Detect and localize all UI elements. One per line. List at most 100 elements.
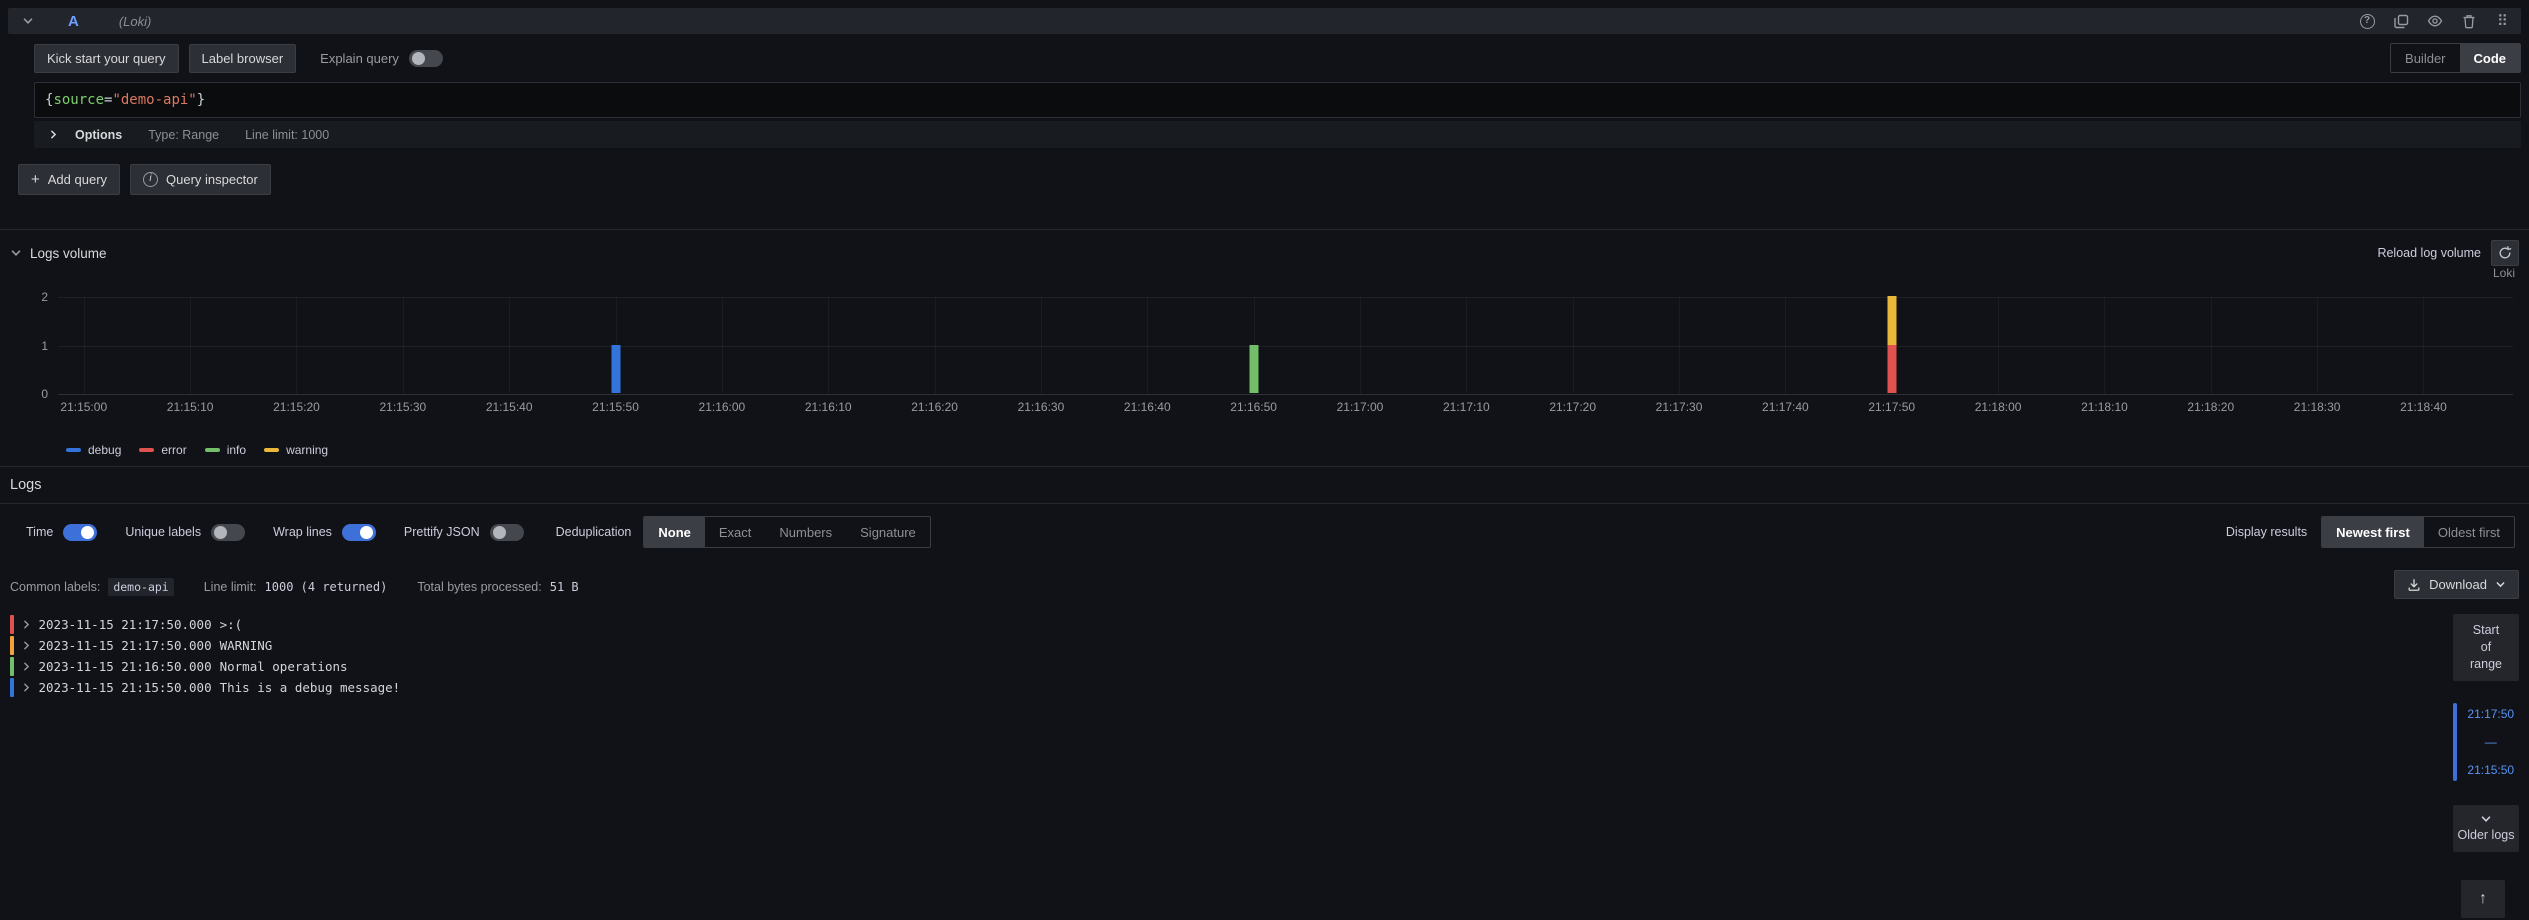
log-row-info[interactable]: 2023-11-15 21:16:50.000 Normal operations: [10, 656, 2439, 677]
y-tick-0: 0: [41, 387, 48, 401]
arrow-up-icon: ↑: [2479, 890, 2487, 907]
x-tick-21-15-20: 21:15:20: [273, 400, 320, 414]
scroll-to-top-button[interactable]: ↑: [2461, 880, 2505, 918]
gridline-x: [1041, 297, 1042, 394]
bar-21-17-50: [1887, 296, 1896, 393]
dedup-none[interactable]: None: [644, 517, 705, 547]
log-navigation-rail: Startofrange 21:17:50 — 21:15:50 Older l…: [2453, 614, 2519, 920]
log-message: >:(: [220, 617, 243, 632]
x-tick-21-16-20: 21:16:20: [911, 400, 958, 414]
query-editor-card: A (Loki) ? ⠿ Kick start your query Label…: [8, 8, 2521, 195]
chart-legend: debug error info warning: [66, 440, 2519, 460]
explain-query-label: Explain query: [320, 51, 399, 66]
gridline-y-0: [58, 394, 2513, 395]
help-icon[interactable]: ?: [2359, 13, 2375, 29]
log-timestamp: 2023-11-15 21:17:50.000: [39, 617, 212, 632]
unique-labels-toggle[interactable]: [211, 524, 245, 541]
gridline-x: [2211, 297, 2212, 394]
eye-icon[interactable]: [2427, 13, 2443, 29]
gridline-x: [828, 297, 829, 394]
gridline-x: [2423, 297, 2424, 394]
x-tick-21-18-20: 21:18:20: [2187, 400, 2234, 414]
dedup-signature[interactable]: Signature: [846, 517, 930, 547]
expand-chevron-icon: [21, 682, 32, 693]
x-tick-21-17-40: 21:17:40: [1762, 400, 1809, 414]
x-tick-21-18-30: 21:18:30: [2294, 400, 2341, 414]
log-level-bar-debug: [10, 678, 14, 697]
logs-body: 2023-11-15 21:17:50.000>:(2023-11-15 21:…: [0, 614, 2529, 920]
kick-start-query-button[interactable]: Kick start your query: [34, 44, 179, 73]
query-options-row[interactable]: Options Type: Range Line limit: 1000: [34, 121, 2521, 148]
legend-item-error[interactable]: error: [139, 443, 186, 457]
gridline-x: [2317, 297, 2318, 394]
display-order-group: Newest firstOldest first: [2321, 516, 2515, 548]
legend-item-debug[interactable]: debug: [66, 443, 121, 457]
logs-volume-panel: Logs volume Reload log volume Loki 012 2…: [0, 230, 2529, 460]
log-row-warning[interactable]: 2023-11-15 21:17:50.000 WARNING: [10, 635, 2439, 656]
reload-log-volume-button[interactable]: [2491, 240, 2519, 266]
legend-item-warning[interactable]: warning: [264, 443, 328, 457]
x-tick-21-18-00: 21:18:00: [1975, 400, 2022, 414]
label-browser-button[interactable]: Label browser: [189, 44, 297, 73]
common-labels-badge: demo-api: [108, 578, 173, 596]
deduplication-label: Deduplication: [556, 525, 632, 539]
wrap-lines-toggle[interactable]: [342, 524, 376, 541]
explain-query-toggle[interactable]: [409, 50, 443, 67]
query-input[interactable]: {source="demo-api"}: [34, 82, 2521, 118]
add-query-button[interactable]: + Add query: [18, 164, 120, 195]
dedup-numbers[interactable]: Numbers: [765, 517, 846, 547]
log-timestamp: 2023-11-15 21:15:50.000: [39, 680, 212, 695]
logs-panel: Logs TimeUnique labelsWrap linesPrettify…: [0, 467, 2529, 920]
log-message: Normal operations: [220, 659, 348, 674]
toggle-item-unique-labels: Unique labels: [125, 524, 245, 541]
gridline-x: [1360, 297, 1361, 394]
query-actions: + Add query i Query inspector: [18, 164, 2521, 195]
x-tick-21-18-40: 21:18:40: [2400, 400, 2447, 414]
prettify-json-label: Prettify JSON: [404, 525, 480, 539]
gridline-y-2: [58, 297, 2513, 298]
line-limit-label: Line limit:: [204, 580, 257, 594]
log-level-bar-error: [10, 615, 14, 634]
legend-item-info[interactable]: info: [205, 443, 246, 457]
log-timestamp: 2023-11-15 21:17:50.000: [39, 638, 212, 653]
prettify-json-toggle[interactable]: [490, 524, 524, 541]
logs-volume-header[interactable]: Logs volume Reload log volume: [10, 240, 2519, 266]
query-token-key: source: [53, 92, 104, 108]
x-tick-21-15-00: 21:15:00: [60, 400, 107, 414]
copy-icon[interactable]: [2393, 13, 2409, 29]
log-row-debug[interactable]: 2023-11-15 21:15:50.000This is a debug m…: [10, 677, 2439, 698]
log-message: WARNING: [220, 638, 273, 653]
datasource-name: (Loki): [119, 14, 152, 29]
gridline-x: [1147, 297, 1148, 394]
log-timestamp: 2023-11-15 21:16:50.000: [39, 659, 212, 674]
y-tick-1: 1: [41, 339, 48, 353]
gridline-x: [84, 297, 85, 394]
mode-builder[interactable]: Builder: [2391, 44, 2459, 72]
bar-segment-info: [1249, 345, 1258, 394]
older-logs-button[interactable]: Older logs: [2453, 805, 2519, 852]
gridline-x: [1785, 297, 1786, 394]
bar-segment-error: [1887, 345, 1896, 394]
download-button[interactable]: Download: [2394, 570, 2519, 599]
log-row-error[interactable]: 2023-11-15 21:17:50.000 >:(: [10, 614, 2439, 635]
line-limit-value: 1000 (4 returned): [265, 580, 388, 594]
deduplication-group: NoneExactNumbersSignature: [643, 516, 930, 548]
order-oldest-first[interactable]: Oldest first: [2424, 517, 2514, 547]
query-row-header[interactable]: A (Loki) ? ⠿: [8, 8, 2521, 34]
legend-swatch-debug: [66, 448, 81, 452]
dedup-exact[interactable]: Exact: [705, 517, 766, 547]
query-inspector-button[interactable]: i Query inspector: [130, 164, 271, 195]
reload-log-volume-label[interactable]: Reload log volume: [2377, 246, 2481, 260]
common-labels-label: Common labels:: [10, 580, 100, 594]
time-toggle[interactable]: [63, 524, 97, 541]
order-newest-first[interactable]: Newest first: [2322, 517, 2424, 547]
mode-code[interactable]: Code: [2460, 44, 2521, 72]
download-icon: [2407, 578, 2421, 592]
drag-handle-icon[interactable]: ⠿: [2495, 13, 2511, 29]
x-tick-21-15-30: 21:15:30: [379, 400, 426, 414]
query-token-brace-open: {: [45, 92, 53, 108]
logs-controls-bar: TimeUnique labelsWrap linesPrettify JSON…: [0, 503, 2529, 560]
chevron-down-icon: [2495, 579, 2506, 590]
legend-label-error: error: [161, 443, 186, 457]
trash-icon[interactable]: [2461, 13, 2477, 29]
